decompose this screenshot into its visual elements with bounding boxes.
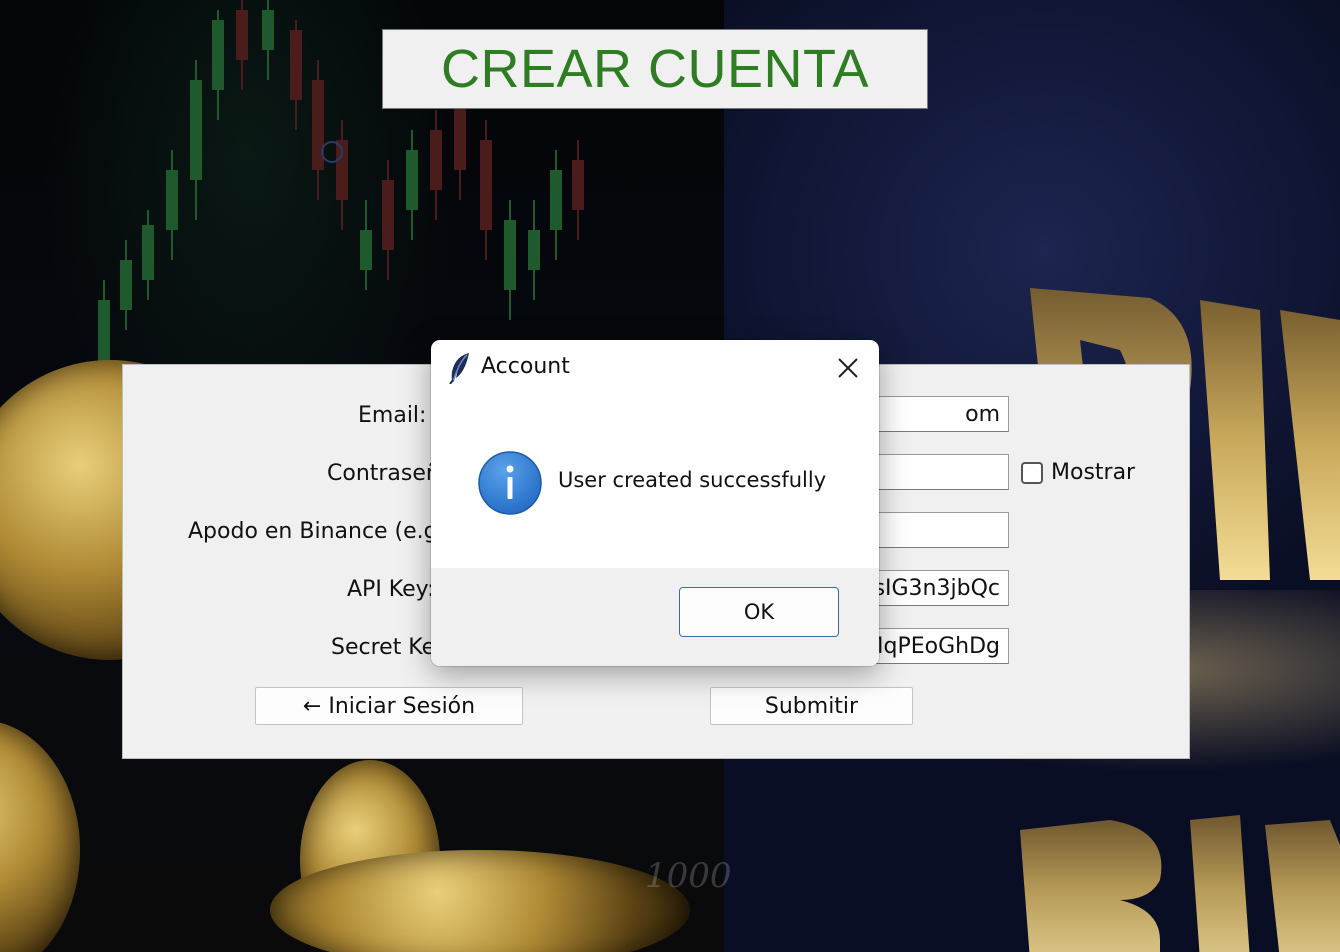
api-key-label: API Key:	[347, 577, 435, 602]
close-icon	[838, 358, 858, 378]
app-window: 1000 CREAR CUENTA Email: om Contraseñ Mo…	[0, 0, 1340, 952]
page-title-box: CREAR CUENTA	[382, 29, 928, 109]
binance-nickname-label: Apodo en Binance (e.g.	[188, 519, 445, 544]
dialog-title: Account	[481, 354, 570, 379]
account-dialog: Account User created successfully OK	[431, 340, 879, 666]
password-label: Contraseñ	[327, 461, 440, 486]
show-password-checkbox[interactable]: Mostrar	[1021, 460, 1135, 485]
dialog-close-button[interactable]	[817, 340, 879, 396]
dialog-body: User created successfully	[431, 396, 879, 568]
secret-key-label: Secret Ke	[331, 635, 436, 660]
login-button[interactable]: ← Iniciar Sesión	[255, 687, 523, 725]
dialog-footer: OK	[431, 568, 879, 666]
checkbox-box[interactable]	[1021, 461, 1043, 484]
dialog-message: User created successfully	[558, 468, 827, 492]
binance-letters-bottom	[1020, 815, 1340, 952]
submit-button[interactable]: Submitir	[710, 687, 913, 725]
chart-axis-value: 1000	[645, 856, 732, 896]
page-title: CREAR CUENTA	[440, 39, 870, 99]
feather-icon	[449, 353, 469, 384]
ok-button[interactable]: OK	[679, 587, 839, 637]
info-icon	[478, 451, 542, 515]
dialog-title-bar[interactable]: Account	[431, 340, 879, 396]
show-password-label: Mostrar	[1051, 460, 1136, 485]
email-label: Email:	[358, 403, 427, 428]
